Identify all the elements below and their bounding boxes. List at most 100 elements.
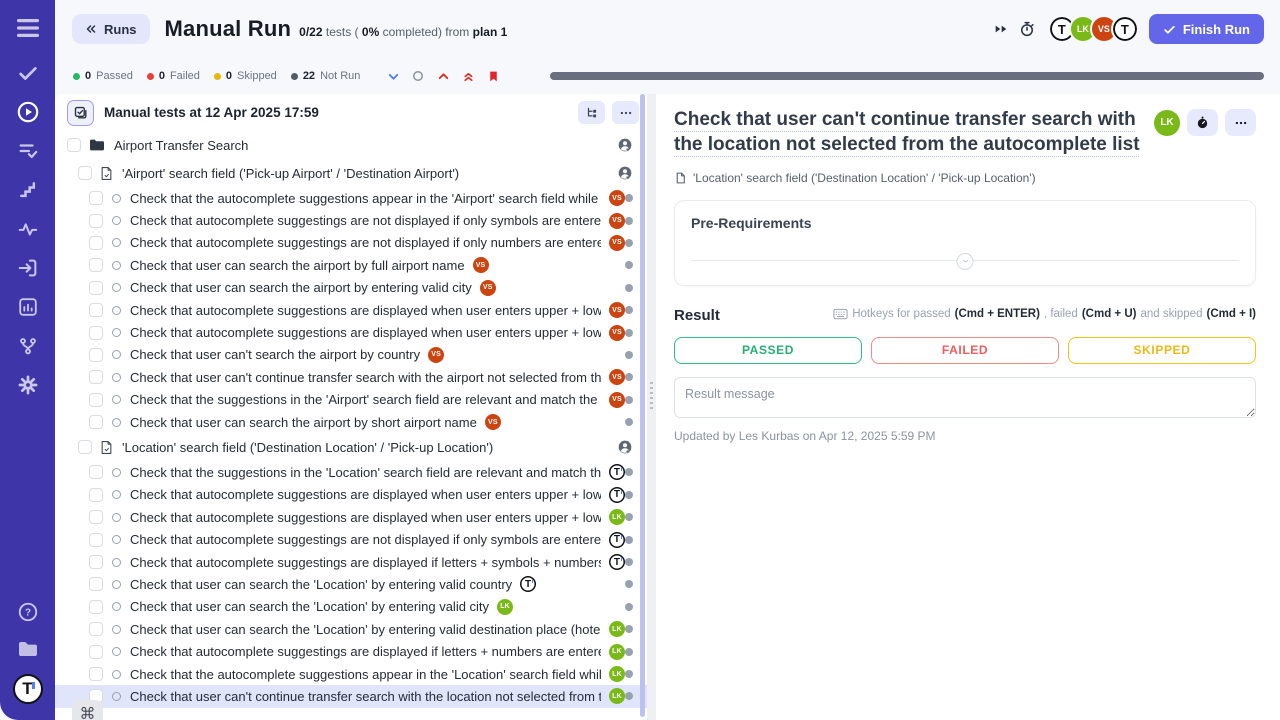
row-checkbox[interactable] [89,415,103,429]
priority-low-icon[interactable] [386,69,400,83]
row-checkbox[interactable] [89,281,103,295]
hamburger-menu-icon[interactable] [16,16,40,40]
row-checkbox[interactable] [89,533,103,547]
row-checkbox[interactable] [89,667,103,681]
folder-row[interactable]: Airport Transfer Search [55,131,647,159]
suite-row[interactable]: 'Location' search field ('Destination Lo… [55,433,647,461]
result-message-input[interactable] [674,377,1256,418]
test-row[interactable]: Check that user can search the 'Location… [55,618,647,640]
row-checkbox[interactable] [78,440,92,454]
test-row[interactable]: Check that autocomplete suggestings are … [55,640,647,662]
test-detail-panel: Check that user can't continue transfer … [656,94,1280,720]
tree-view-icon [585,106,599,120]
row-checkbox[interactable] [89,303,103,317]
list-more-button[interactable] [612,101,639,124]
row-checkbox[interactable] [89,348,103,362]
row-checkbox[interactable] [89,645,103,659]
testomat-logo[interactable]: T [13,674,43,704]
test-row[interactable]: Check that the autocomplete suggestions … [55,187,647,209]
priority-dot-icon [625,261,633,269]
assignee-badge-lk: LK [609,644,625,660]
test-row[interactable]: Check that user can search the 'Location… [55,596,647,618]
run-assignees-avatars[interactable]: TLKVST [1048,15,1139,43]
test-row[interactable]: Check that user can search the airport b… [55,254,647,276]
row-checkbox[interactable] [89,258,103,272]
test-row[interactable]: Check that autocomplete suggestions are … [55,299,647,321]
select-all-checkbox[interactable] [67,100,94,126]
row-checkbox[interactable] [78,166,92,180]
pre-requirements-card: Pre-Requirements [674,200,1256,286]
activity-pulse-icon[interactable] [16,217,40,241]
row-checkbox[interactable] [89,465,103,479]
test-row[interactable]: Check that autocomplete suggestions are … [55,321,647,343]
avatar-t[interactable]: T [1111,15,1139,43]
test-list-panel: Manual tests at 12 Apr 2025 17:59 Airpor… [55,94,647,720]
suite-row[interactable]: 'Airport' search field ('Pick-up Airport… [55,159,647,187]
not-run-status-icon [112,670,121,679]
priority-high-icon[interactable] [436,69,450,83]
reports-chart-icon[interactable] [16,295,40,319]
test-row[interactable]: Check that user can't search the airport… [55,344,647,366]
row-checkbox[interactable] [89,622,103,636]
priority-dot-icon [625,396,633,404]
not-run-status-icon [112,513,121,522]
row-checkbox[interactable] [89,510,103,524]
assignee-avatar[interactable]: LK [1154,110,1180,136]
row-checkbox[interactable] [89,370,103,384]
test-row[interactable]: Check that user can search the airport b… [55,411,647,433]
test-row[interactable]: Check that the autocomplete suggestions … [55,663,647,685]
test-row[interactable]: Check that user can search the 'Location… [55,573,647,595]
help-icon[interactable]: ? [16,600,40,624]
projects-folder-icon[interactable] [16,637,40,661]
row-checkbox[interactable] [89,555,103,569]
finish-run-button[interactable]: Finish Run [1149,14,1264,44]
timer-button[interactable] [1187,109,1218,136]
fast-forward-icon[interactable] [988,16,1014,42]
passed-button[interactable]: PASSED [674,337,862,364]
panel-drag-handle[interactable] [650,382,653,410]
suite-breadcrumb[interactable]: 'Location' search field ('Destination Lo… [674,171,1256,185]
row-checkbox[interactable] [89,214,103,228]
row-checkbox[interactable] [89,393,103,407]
test-row[interactable]: Check that autocomplete suggestions are … [55,484,647,506]
settings-gear-icon[interactable] [16,373,40,397]
row-checkbox[interactable] [89,236,103,250]
keyboard-icon [833,308,848,320]
priority-critical-icon[interactable] [461,69,475,83]
test-row[interactable]: Check that user can search the airport b… [55,277,647,299]
row-checkbox[interactable] [67,138,81,152]
list-scrollbar[interactable] [640,94,645,717]
steps-icon[interactable] [16,178,40,202]
priority-dot-icon [625,329,633,337]
group-view-button[interactable] [578,101,605,124]
tests-check-icon[interactable] [16,61,40,85]
test-row[interactable]: Check that autocomplete suggestions are … [55,506,647,528]
test-row[interactable]: Check that the suggestions in the 'Locat… [55,461,647,483]
skipped-button[interactable]: SKIPPED [1068,337,1256,364]
row-checkbox[interactable] [89,191,103,205]
test-row[interactable]: Check that autocomplete suggestings are … [55,232,647,254]
test-row[interactable]: Check that the suggestions in the 'Airpo… [55,389,647,411]
test-row[interactable]: Check that autocomplete suggestings are … [55,551,647,573]
priority-normal-icon[interactable] [411,69,425,83]
timer-icon[interactable] [1014,16,1040,42]
test-row[interactable]: Check that autocomplete suggestings are … [55,528,647,550]
test-title[interactable]: Check that user can't continue transfer … [674,107,1154,158]
row-checkbox[interactable] [89,600,103,614]
expand-toggle-icon[interactable] [957,253,974,270]
row-checkbox[interactable] [89,326,103,340]
detail-more-button[interactable] [1225,109,1256,136]
import-icon[interactable] [16,256,40,280]
test-plans-icon[interactable] [16,139,40,163]
back-to-runs-button[interactable]: Runs [72,14,150,44]
branch-icon[interactable] [16,334,40,358]
failed-button[interactable]: FAILED [871,337,1059,364]
test-row[interactable]: Check that autocomplete suggestings are … [55,209,647,231]
row-checkbox[interactable] [89,577,103,591]
test-row[interactable]: Check that user can't continue transfer … [55,366,647,388]
priority-blocker-icon[interactable] [486,69,500,83]
runs-play-icon[interactable] [16,100,40,124]
test-row[interactable]: Check that user can't continue transfer … [55,685,647,707]
suite-doc-icon [100,440,113,455]
row-checkbox[interactable] [89,488,103,502]
